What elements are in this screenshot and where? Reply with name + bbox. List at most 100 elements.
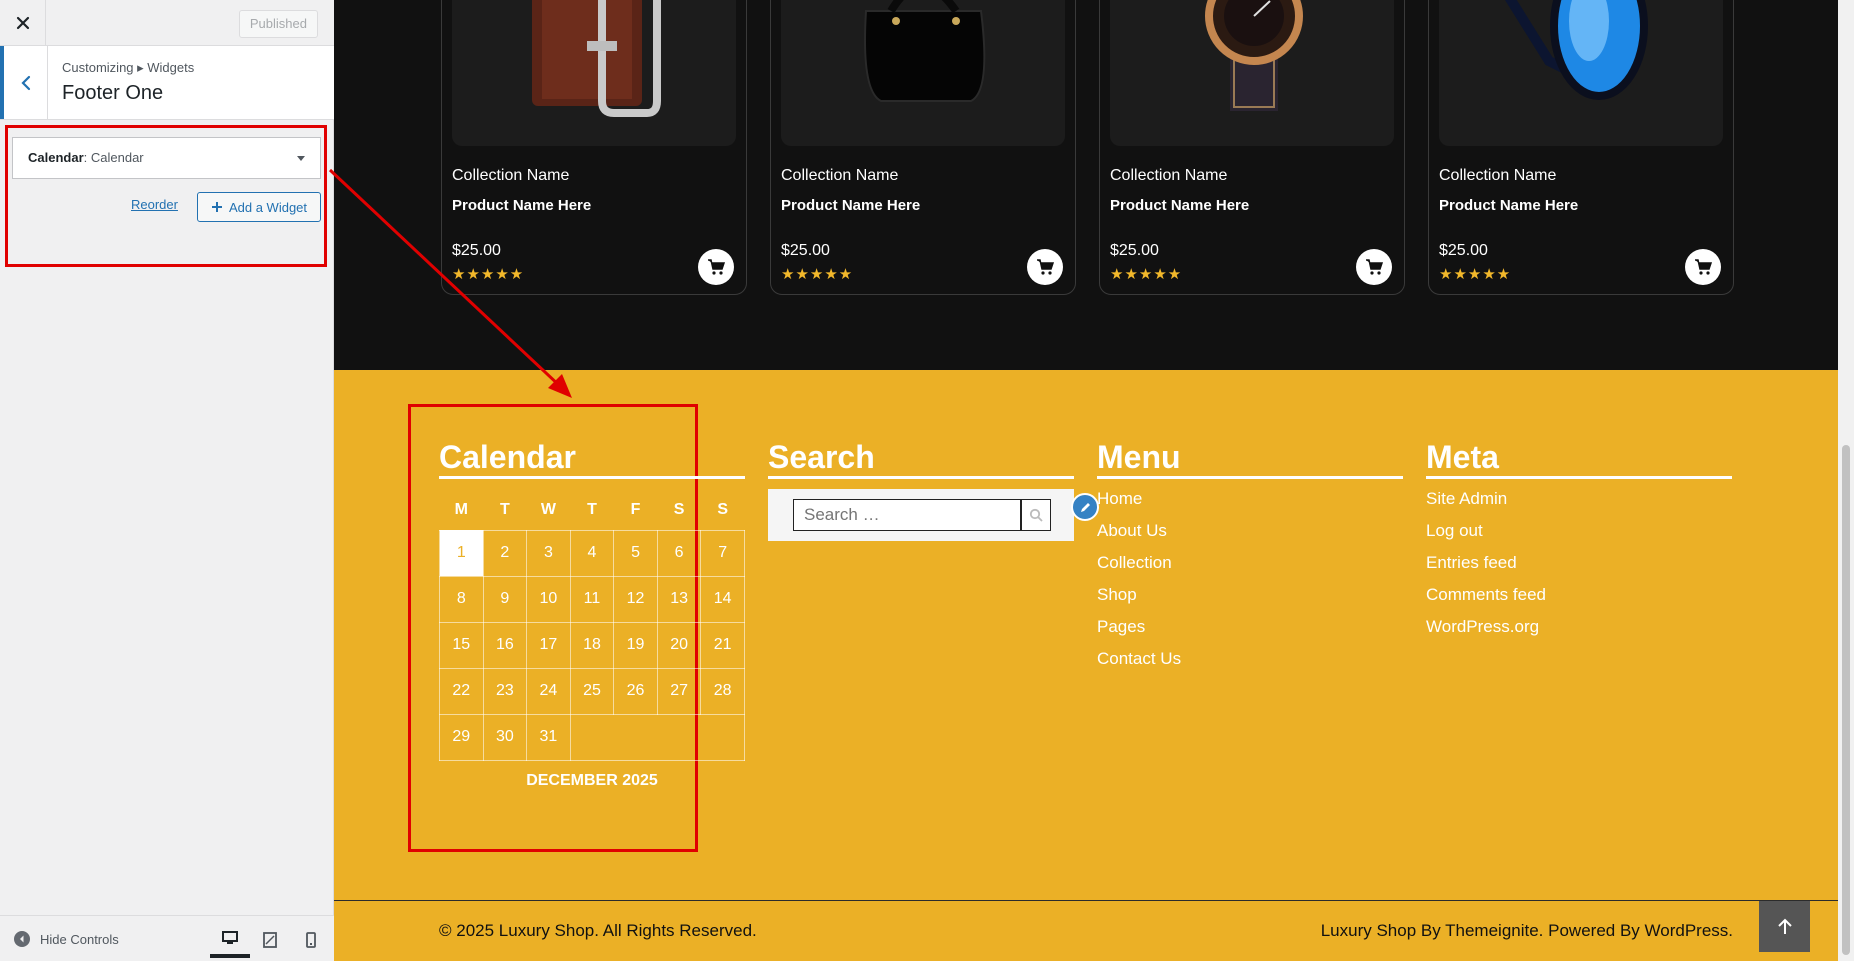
copyright-text: © 2025 Luxury Shop. All Rights Reserved. [439, 921, 757, 940]
mobile-icon [306, 932, 316, 948]
product-card[interactable]: Collection Name Product Name Here $25.00… [1099, 0, 1405, 295]
sunglasses-icon [1504, 0, 1648, 100]
footer-link[interactable]: Shop [1097, 585, 1181, 617]
widget-calendar-row[interactable]: Calendar: Calendar [12, 137, 321, 179]
cart-icon [1695, 259, 1712, 275]
caret-down-icon[interactable] [296, 153, 306, 163]
calendar-month-label: DECEMBER 2025 [526, 772, 658, 789]
calendar-empty-cell [570, 714, 746, 761]
collapse-arrow-icon [14, 931, 30, 947]
calendar-day: 27 [656, 667, 702, 715]
add-widget-button[interactable]: Add a Widget [197, 192, 321, 222]
calendar-day: 20 [656, 621, 702, 669]
calendar-weekday: S [673, 500, 685, 518]
calendar-day: 12 [613, 575, 658, 623]
search-submit-button[interactable] [1021, 499, 1051, 531]
product-rating-stars: ★★★★★ [1439, 266, 1512, 283]
product-name[interactable]: Product Name Here [1439, 197, 1578, 214]
footer-link[interactable]: WordPress.org [1426, 617, 1546, 649]
widget-type: Calendar [28, 150, 84, 165]
add-to-cart-button[interactable] [698, 249, 734, 285]
product-card[interactable]: Collection Name Product Name Here $25.00… [1428, 0, 1734, 295]
menu-widget-title: Menu [1097, 439, 1181, 475]
product-price: $25.00 [1439, 242, 1488, 259]
product-name[interactable]: Product Name Here [781, 197, 920, 214]
footer-bottom-bar: © 2025 Luxury Shop. All Rights Reserved.… [334, 900, 1838, 961]
customizer-header: Published [0, 0, 334, 46]
back-button[interactable] [0, 46, 48, 119]
widget-title-underline [1097, 476, 1403, 479]
footer-link[interactable]: Contact Us [1097, 649, 1181, 681]
product-name[interactable]: Product Name Here [1110, 197, 1249, 214]
footer-link[interactable]: Entries feed [1426, 553, 1546, 585]
product-rating-stars: ★★★★★ [781, 266, 854, 283]
breadcrumb: Customizing ▸ Widgets [62, 60, 195, 75]
calendar-day: 18 [569, 621, 615, 669]
product-collection: Collection Name [781, 167, 899, 184]
meta-widget-title: Meta [1426, 439, 1499, 475]
reorder-link[interactable]: Reorder [131, 197, 178, 212]
cart-icon [708, 259, 725, 275]
section-header: Customizing ▸ Widgets Footer One [0, 46, 334, 120]
credits-text[interactable]: Luxury Shop By Themeignite. Powered By W… [1321, 921, 1733, 941]
footer-link[interactable]: Collection [1097, 553, 1181, 585]
product-image[interactable] [1110, 0, 1394, 146]
footer-link[interactable]: Site Admin [1426, 489, 1546, 521]
preview-desktop-button[interactable] [210, 922, 250, 958]
calendar-day: 14 [700, 575, 745, 623]
preview-tablet-button[interactable] [250, 922, 290, 958]
calendar-day: 29 [439, 713, 484, 761]
product-name[interactable]: Product Name Here [452, 197, 591, 214]
handbag-icon [864, 0, 986, 102]
footer-link[interactable]: Comments feed [1426, 585, 1546, 617]
calendar-day: 28 [700, 667, 745, 715]
calendar-day: 11 [569, 575, 615, 623]
footer-link[interactable]: Home [1097, 489, 1181, 521]
footer-link[interactable]: Pages [1097, 617, 1181, 649]
calendar-day: 26 [613, 667, 658, 715]
calendar-day: 3 [526, 529, 571, 577]
calendar-day: 21 [700, 621, 745, 669]
calendar-weekday: T [499, 500, 510, 518]
footer-menu-list: Home About Us Collection Shop Pages Contact U… [1097, 489, 1181, 681]
product-image[interactable] [452, 0, 736, 146]
product-card[interactable]: Collection Name Product Name Here $25.00… [770, 0, 1076, 295]
search-input[interactable] [793, 499, 1021, 531]
add-widget-label: Add a Widget [228, 199, 308, 215]
calendar-weekday: F [630, 500, 641, 518]
cart-icon [1037, 259, 1054, 275]
product-price: $25.00 [1110, 242, 1159, 259]
calendar-day: 6 [656, 529, 702, 577]
product-price: $25.00 [781, 242, 830, 259]
calendar-week-row: 15 16 17 18 19 20 21 [439, 621, 745, 669]
add-to-cart-button[interactable] [1685, 249, 1721, 285]
widget-title: Calendar: Calendar [28, 150, 144, 165]
calendar-week-row: 1234567 [439, 529, 745, 577]
calendar-weekday: W [540, 500, 556, 518]
calendar-day: 1 [439, 529, 484, 577]
calendar-day: 2 [482, 529, 528, 577]
footer-link[interactable]: Log out [1426, 521, 1546, 553]
site-preview: Collection Name Product Name Here $25.00… [334, 0, 1838, 961]
scroll-to-top-button[interactable] [1759, 901, 1810, 952]
hide-controls-button[interactable]: Hide Controls [14, 931, 119, 947]
calendar-day: 7 [700, 529, 745, 577]
publish-button[interactable]: Published [238, 10, 318, 38]
calendar-day: 4 [569, 529, 615, 577]
widget-instance-title: Calendar [90, 150, 144, 165]
edit-shortcut-button[interactable] [1071, 493, 1099, 521]
widget-title-underline [1426, 476, 1732, 479]
footer-link[interactable]: About Us [1097, 521, 1181, 553]
preview-mobile-button[interactable] [291, 922, 331, 958]
product-image[interactable] [781, 0, 1065, 146]
product-image[interactable] [1439, 0, 1723, 146]
add-to-cart-button[interactable] [1356, 249, 1392, 285]
calendar-table: MTWTFSS 1 2 3 4 5 6 7 8 9 10 11 12 13 14 15 16 17 18 19 20 2… [439, 490, 746, 761]
preview-scrollbar-thumb[interactable] [1842, 445, 1850, 955]
belt-icon [532, 0, 661, 117]
product-card[interactable]: Collection Name Product Name Here $25.00… [441, 0, 747, 295]
calendar-day: 9 [482, 575, 528, 623]
close-customizer-button[interactable] [0, 0, 46, 46]
calendar-day: 5 [613, 529, 658, 577]
add-to-cart-button[interactable] [1027, 249, 1063, 285]
